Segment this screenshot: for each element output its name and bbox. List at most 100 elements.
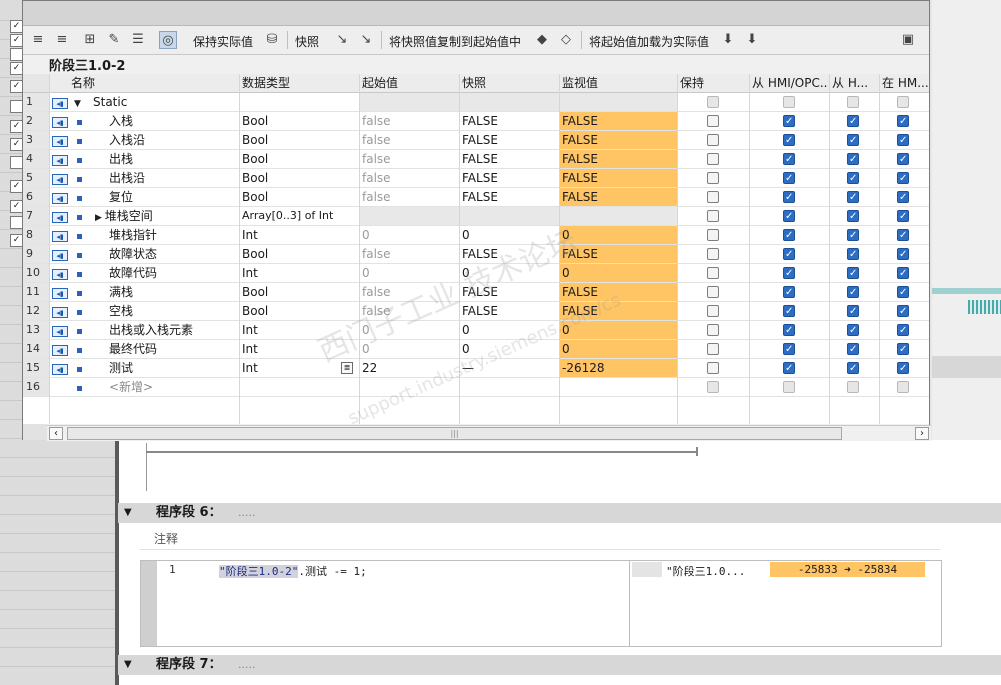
row-start-value[interactable]: false bbox=[359, 169, 459, 187]
hmi-2-checkbox[interactable] bbox=[847, 132, 859, 149]
row-monitor-value[interactable] bbox=[559, 93, 677, 111]
hmi-3-checkbox[interactable] bbox=[897, 381, 909, 393]
row-monitor-value[interactable]: -26128 bbox=[559, 359, 677, 377]
header-retain[interactable]: 保持 bbox=[677, 74, 749, 92]
hmi-2-checkbox[interactable] bbox=[847, 151, 859, 168]
collapse-triangle-icon[interactable]: ▼ bbox=[124, 503, 132, 523]
row-start-value[interactable]: 0 bbox=[359, 226, 459, 244]
hmi-3-checkbox[interactable] bbox=[897, 227, 909, 244]
row-snapshot-value[interactable]: 0 bbox=[459, 340, 559, 358]
hmi-2-checkbox[interactable] bbox=[847, 284, 859, 301]
scroll-right-icon[interactable]: › bbox=[915, 427, 929, 440]
hmi-3-checkbox[interactable] bbox=[897, 96, 909, 108]
hmi-2-checkbox[interactable] bbox=[847, 208, 859, 225]
row-name[interactable]: 出栈沿 bbox=[89, 169, 239, 187]
hmi-3-checkbox[interactable] bbox=[897, 246, 909, 263]
hmi-opc-checkbox[interactable] bbox=[783, 189, 795, 206]
retain-checkbox[interactable] bbox=[707, 343, 719, 355]
row-name[interactable]: <新增> bbox=[89, 378, 239, 396]
row-name[interactable]: 堆栈指针 bbox=[89, 226, 239, 244]
segment-6-comment[interactable]: 注释 bbox=[140, 528, 940, 550]
row-monitor-value[interactable]: FALSE bbox=[559, 302, 677, 320]
row-name[interactable]: 故障代码 bbox=[89, 264, 239, 282]
hmi-3-checkbox[interactable] bbox=[897, 170, 909, 187]
row-monitor-value[interactable]: FALSE bbox=[559, 169, 677, 187]
retain-checkbox[interactable] bbox=[707, 172, 719, 184]
retain-checkbox[interactable] bbox=[707, 134, 719, 146]
row-monitor-value[interactable]: 0 bbox=[559, 226, 677, 244]
row-start-value[interactable]: false bbox=[359, 150, 459, 168]
row-snapshot-value[interactable]: 0 bbox=[459, 226, 559, 244]
header-name[interactable]: 名称 bbox=[71, 74, 239, 92]
chevron-right-icon[interactable]: ▶ bbox=[95, 213, 105, 223]
hmi-2-checkbox[interactable] bbox=[847, 246, 859, 263]
hmi-2-checkbox[interactable] bbox=[847, 113, 859, 130]
row-start-value[interactable] bbox=[359, 378, 459, 396]
hmi-opc-checkbox[interactable] bbox=[783, 132, 795, 149]
hmi-opc-checkbox[interactable] bbox=[783, 113, 795, 130]
hmi-opc-checkbox[interactable] bbox=[783, 381, 795, 393]
row-type[interactable]: Int bbox=[239, 226, 359, 244]
hmi-opc-checkbox[interactable] bbox=[783, 170, 795, 187]
collapse-triangle-icon[interactable]: ▼ bbox=[124, 655, 132, 675]
load-icon[interactable]: ⬇ bbox=[719, 31, 737, 49]
hmi-2-checkbox[interactable] bbox=[847, 341, 859, 358]
hmi-2-checkbox[interactable] bbox=[847, 189, 859, 206]
hmi-3-checkbox[interactable] bbox=[897, 132, 909, 149]
row-snapshot-value[interactable]: FALSE bbox=[459, 131, 559, 149]
dialog-titlebar[interactable] bbox=[23, 1, 929, 26]
horizontal-scrollbar[interactable]: ‹ ||| › bbox=[47, 425, 931, 441]
row-name[interactable]: 入栈沿 bbox=[89, 131, 239, 149]
row-name[interactable]: Static bbox=[89, 93, 239, 111]
retain-checkbox[interactable] bbox=[707, 210, 719, 222]
row-snapshot-value[interactable]: FALSE bbox=[459, 302, 559, 320]
row-type[interactable]: Array[0..3] of Int bbox=[239, 207, 359, 225]
row-snapshot-value[interactable]: 0 bbox=[459, 264, 559, 282]
retain-checkbox[interactable] bbox=[707, 286, 719, 298]
row-type[interactable]: Bool bbox=[239, 150, 359, 168]
table-row[interactable]: 5 ◂▮ 出栈沿 Bool false FALSE FALSE bbox=[23, 169, 929, 188]
row-snapshot-value[interactable] bbox=[459, 378, 559, 396]
row-snapshot-value[interactable]: FALSE bbox=[459, 112, 559, 130]
hmi-3-checkbox[interactable] bbox=[897, 151, 909, 168]
insert-row-icon[interactable]: ≡ bbox=[29, 31, 47, 49]
row-name[interactable]: 测试 bbox=[89, 359, 239, 377]
row-type[interactable]: Int bbox=[239, 321, 359, 339]
snapshot-button[interactable]: 快照 bbox=[295, 33, 319, 50]
row-monitor-value[interactable]: FALSE bbox=[559, 150, 677, 168]
hmi-2-checkbox[interactable] bbox=[847, 170, 859, 187]
row-start-value[interactable]: 22 bbox=[359, 359, 459, 377]
scroll-left-icon[interactable]: ‹ bbox=[49, 427, 63, 440]
retain-checkbox[interactable] bbox=[707, 191, 719, 203]
load-all-icon[interactable]: ⬇ bbox=[743, 31, 761, 49]
copy-to-start-icon[interactable]: ◆ bbox=[533, 31, 551, 49]
row-snapshot-value[interactable]: — bbox=[459, 359, 559, 377]
hmi-opc-checkbox[interactable] bbox=[783, 341, 795, 358]
value-edit-icon[interactable]: ≣ bbox=[341, 362, 353, 374]
window-layout-icon[interactable]: ▣ bbox=[899, 31, 917, 49]
row-monitor-value[interactable]: FALSE bbox=[559, 283, 677, 301]
retain-checkbox[interactable] bbox=[707, 324, 719, 336]
row-name[interactable]: 空栈 bbox=[89, 302, 239, 320]
row-type[interactable]: Bool bbox=[239, 283, 359, 301]
header-start[interactable]: 起始值 bbox=[359, 74, 459, 92]
row-snapshot-value[interactable]: FALSE bbox=[459, 245, 559, 263]
hmi-2-checkbox[interactable] bbox=[847, 360, 859, 377]
row-snapshot-value[interactable]: FALSE bbox=[459, 169, 559, 187]
hmi-3-checkbox[interactable] bbox=[897, 303, 909, 320]
load-start-as-actual-button[interactable]: 将起始值加载为实际值 bbox=[589, 33, 709, 50]
row-start-value[interactable]: 0 bbox=[359, 264, 459, 282]
table-row[interactable]: 15 ◂▮ 测试 Int ≣ 22— -26128 bbox=[23, 359, 929, 378]
row-snapshot-value[interactable] bbox=[459, 207, 559, 225]
row-name[interactable]: 出栈 bbox=[89, 150, 239, 168]
hmi-3-checkbox[interactable] bbox=[897, 360, 909, 377]
row-type[interactable]: Bool bbox=[239, 245, 359, 263]
segment-7-header[interactable]: ▼ 程序段 7： ..... bbox=[118, 655, 1001, 675]
header-hmi-2[interactable]: 从 H... bbox=[829, 74, 879, 92]
row-type[interactable]: Bool bbox=[239, 302, 359, 320]
retain-checkbox[interactable] bbox=[707, 96, 719, 108]
row-start-value[interactable]: 0 bbox=[359, 340, 459, 358]
hmi-2-checkbox[interactable] bbox=[847, 322, 859, 339]
row-type[interactable]: Bool bbox=[239, 188, 359, 206]
row-start-value[interactable]: false bbox=[359, 112, 459, 130]
